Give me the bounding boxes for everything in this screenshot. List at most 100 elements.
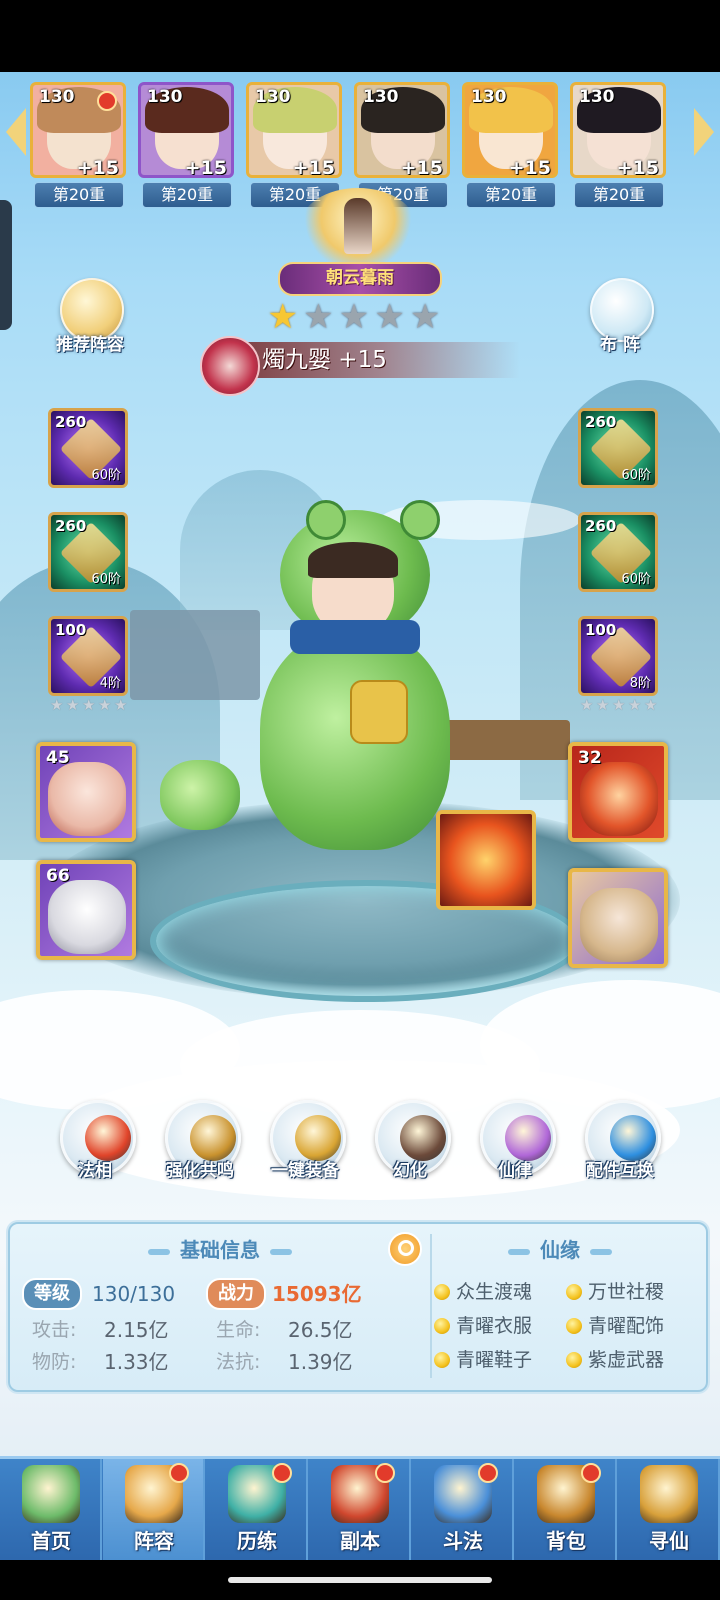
one-click-equip-button[interactable]: 一键装备 (260, 1100, 350, 1190)
equipment-level: 260 (55, 413, 87, 431)
next-hero-arrow-icon[interactable] (694, 108, 714, 156)
beast-card[interactable]: 66 (36, 860, 136, 960)
nav-dungeon[interactable]: 副本 (309, 1459, 411, 1563)
fate-dot-icon (434, 1284, 450, 1300)
equipment-slot[interactable]: 260 60阶 (578, 512, 658, 592)
accessory-swap-icon (610, 1115, 656, 1161)
nav-battle[interactable]: 斗法 (412, 1459, 514, 1563)
hood-eye (400, 500, 440, 540)
fate-item: 万世社稷 (566, 1278, 696, 1306)
action-label: 强化共鸣 (166, 1161, 234, 1181)
equipment-level: 260 (55, 517, 87, 535)
hero-card[interactable]: 130 +15 第20重 (246, 82, 342, 208)
yellow-bag (350, 680, 408, 744)
star-empty-icon: ★ (303, 297, 334, 337)
hero-plus: +15 (508, 157, 551, 178)
level-label: 等级 (22, 1278, 82, 1310)
small-frog (160, 760, 240, 830)
nav-label: 阵容 (134, 1529, 174, 1553)
nav-label: 背包 (546, 1529, 586, 1553)
beast-card[interactable] (568, 868, 668, 968)
equipment-rank: 60阶 (621, 572, 651, 587)
dharma-form-button[interactable]: 法相 (50, 1100, 140, 1190)
star-empty-icon: ★ (82, 696, 96, 714)
hero-level: 130 (471, 87, 507, 107)
hero-card[interactable]: 130 +15 第20重 (354, 82, 450, 208)
equipment-level: 100 (585, 621, 617, 639)
character-hair (308, 542, 398, 578)
home-indicator[interactable] (228, 1577, 492, 1583)
equipment-slot[interactable]: 100 8阶 (578, 616, 658, 696)
blue-scarf (290, 620, 420, 654)
nav-label: 历练 (237, 1529, 277, 1553)
formation-button[interactable]: 布 阵 (580, 278, 660, 358)
equipment-stars: ★ ★ ★ ★ ★ (580, 698, 659, 713)
pdef-label: 物防: (32, 1351, 77, 1373)
fate-dot-icon (566, 1284, 582, 1300)
notification-dot (581, 1463, 601, 1483)
power-label: 战力 (206, 1278, 266, 1310)
fate-title: 仙缘 (480, 1236, 640, 1264)
transform-button[interactable]: 幻化 (365, 1100, 455, 1190)
search-icon[interactable] (388, 1232, 422, 1266)
game-screen: 130 +15 第20重 130 +15 第20重 130 +15 第20重 130 +15 第20重… (0, 0, 720, 1600)
nav-lineup[interactable]: 阵容 (103, 1459, 205, 1563)
nav-label: 斗法 (443, 1529, 483, 1553)
attack-value: 2.15亿 (104, 1318, 169, 1342)
phoenix-card[interactable] (436, 810, 536, 910)
side-edge-tab[interactable] (0, 200, 12, 330)
equipment-level: 260 (585, 517, 617, 535)
hero-card[interactable]: 130 +15 第20重 (30, 82, 126, 208)
equipment-rank: 8阶 (629, 676, 651, 691)
hero-plus: +15 (292, 157, 335, 178)
immortal-law-icon (505, 1115, 551, 1161)
beast-level: 45 (46, 748, 70, 768)
equipment-rank: 4阶 (99, 676, 121, 691)
title-badge[interactable]: 朝云暮雨 (278, 262, 442, 296)
action-label: 幻化 (393, 1161, 427, 1181)
hero-plus: +15 (184, 157, 227, 178)
one-click-equip-icon (295, 1115, 341, 1161)
hp-value: 26.5亿 (288, 1318, 353, 1342)
star-empty-icon: ★ (409, 297, 441, 337)
hero-card[interactable]: 130 +15 第20重 (570, 82, 666, 208)
hero-level: 130 (39, 87, 75, 107)
mres-value: 1.39亿 (288, 1350, 353, 1374)
star-empty-icon: ★ (50, 696, 64, 714)
action-label: 配件互换 (586, 1161, 654, 1181)
equipment-slot[interactable]: 100 4阶 (48, 616, 128, 696)
hero-tier: 第20重 (466, 182, 556, 208)
hero-card[interactable]: 130 +15 第20重 (462, 82, 558, 208)
seek-icon (640, 1465, 698, 1523)
recommend-lineup-button[interactable]: 推荐阵容 (50, 278, 130, 358)
status-bar-area (0, 0, 720, 72)
beast-card[interactable]: 32 (568, 742, 668, 842)
star-empty-icon: ★ (114, 696, 128, 714)
equipment-slot[interactable]: 260 60阶 (48, 408, 128, 488)
star-empty-icon: ★ (338, 297, 370, 337)
accessory-swap-button[interactable]: 配件互换 (575, 1100, 665, 1190)
equipment-stars: ★ ★ ★ ★ ★ (50, 698, 129, 713)
level-value: 130/130 (92, 1282, 176, 1306)
hero-avatar[interactable] (200, 336, 260, 396)
nav-seek[interactable]: 寻仙 (618, 1459, 720, 1563)
immortal-law-button[interactable]: 仙律 (470, 1100, 560, 1190)
star-empty-icon: ★ (66, 696, 80, 714)
fate-dot-icon (566, 1352, 582, 1368)
action-label: 法相 (78, 1161, 112, 1181)
nav-home[interactable]: 首页 (0, 1459, 102, 1563)
prev-hero-arrow-icon[interactable] (6, 108, 26, 156)
attack-label: 攻击: (32, 1319, 77, 1341)
hero-portrait: 130 +15 (354, 82, 450, 178)
star-empty-icon: ★ (628, 696, 642, 714)
notification-dot (169, 1463, 189, 1483)
fate-item: 青曜衣服 (434, 1312, 564, 1340)
equipment-slot[interactable]: 260 60阶 (578, 408, 658, 488)
nav-training[interactable]: 历练 (206, 1459, 308, 1563)
beast-card[interactable]: 45 (36, 742, 136, 842)
hero-card[interactable]: 130 +15 第20重 (138, 82, 234, 208)
equipment-slot[interactable]: 260 60阶 (48, 512, 128, 592)
fate-label: 青曜鞋子 (456, 1349, 533, 1371)
enhance-resonance-button[interactable]: 强化共鸣 (155, 1100, 245, 1190)
nav-bag[interactable]: 背包 (515, 1459, 617, 1563)
